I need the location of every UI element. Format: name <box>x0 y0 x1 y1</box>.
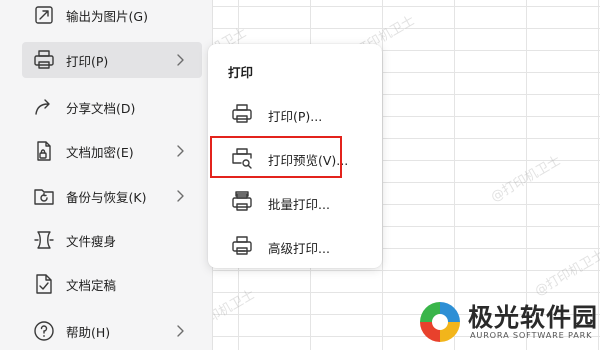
submenu-item-label: 批量打印... <box>268 197 330 212</box>
menu-item-label: 帮助(H) <box>66 324 111 340</box>
submenu-item-advanced-print[interactable]: 高级打印... <box>216 228 374 264</box>
submenu-item-label: 高级打印... <box>268 241 330 256</box>
menu-item-document-finalize[interactable]: 文档定稿 <box>22 266 202 302</box>
export-image-icon <box>32 3 56 27</box>
batch-print-icon <box>230 190 254 214</box>
chevron-right-icon <box>172 52 188 68</box>
aurora-logo-icon <box>418 300 462 344</box>
submenu-title: 打印 <box>228 65 254 80</box>
menu-item-label: 打印(P) <box>66 53 109 69</box>
submenu-item-label: 打印(P)... <box>268 109 323 124</box>
help-icon <box>32 319 56 343</box>
advanced-print-icon <box>230 234 254 258</box>
menu-item-backup-restore[interactable]: 备份与恢复(K) <box>22 178 202 214</box>
share-icon <box>32 95 56 119</box>
menu-item-label: 文件瘦身 <box>66 233 117 249</box>
chevron-right-icon <box>172 323 188 339</box>
chevron-right-icon <box>172 188 188 204</box>
menu-item-print[interactable]: 打印(P) <box>22 42 202 78</box>
submenu-item-batch-print[interactable]: 批量打印... <box>216 184 374 220</box>
brand-logo: 极光软件园 AURORA SOFTWARE PARK <box>418 296 599 348</box>
brand-name: 极光软件园 <box>468 303 599 332</box>
file-menu: 输出为图片(G) 打印(P) 分享文档(D) 文档加密(E) 备份与恢复(K) … <box>0 0 213 350</box>
submenu-item-print[interactable]: 打印(P)... <box>216 96 374 132</box>
menu-item-label: 分享文档(D) <box>66 100 136 116</box>
menu-item-label: 文档定稿 <box>66 277 117 293</box>
chevron-right-icon <box>172 143 188 159</box>
highlight-annotation-box <box>210 136 342 178</box>
document-finalize-icon <box>32 272 56 296</box>
backup-restore-icon <box>32 184 56 208</box>
printer-icon <box>32 48 56 72</box>
brand-name-en: AURORA SOFTWARE PARK <box>470 330 593 340</box>
menu-item-file-slim[interactable]: 文件瘦身 <box>22 222 202 258</box>
menu-item-export-image[interactable]: 输出为图片(G) <box>22 0 202 33</box>
file-slim-icon <box>32 228 56 252</box>
menu-item-document-encrypt[interactable]: 文档加密(E) <box>22 133 202 169</box>
menu-item-help[interactable]: 帮助(H) <box>22 313 202 349</box>
menu-item-label: 输出为图片(G) <box>66 8 148 24</box>
menu-item-share-document[interactable]: 分享文档(D) <box>22 89 202 125</box>
menu-item-label: 备份与恢复(K) <box>66 189 147 205</box>
document-lock-icon <box>32 139 56 163</box>
printer-icon <box>230 102 254 126</box>
menu-item-label: 文档加密(E) <box>66 144 134 160</box>
